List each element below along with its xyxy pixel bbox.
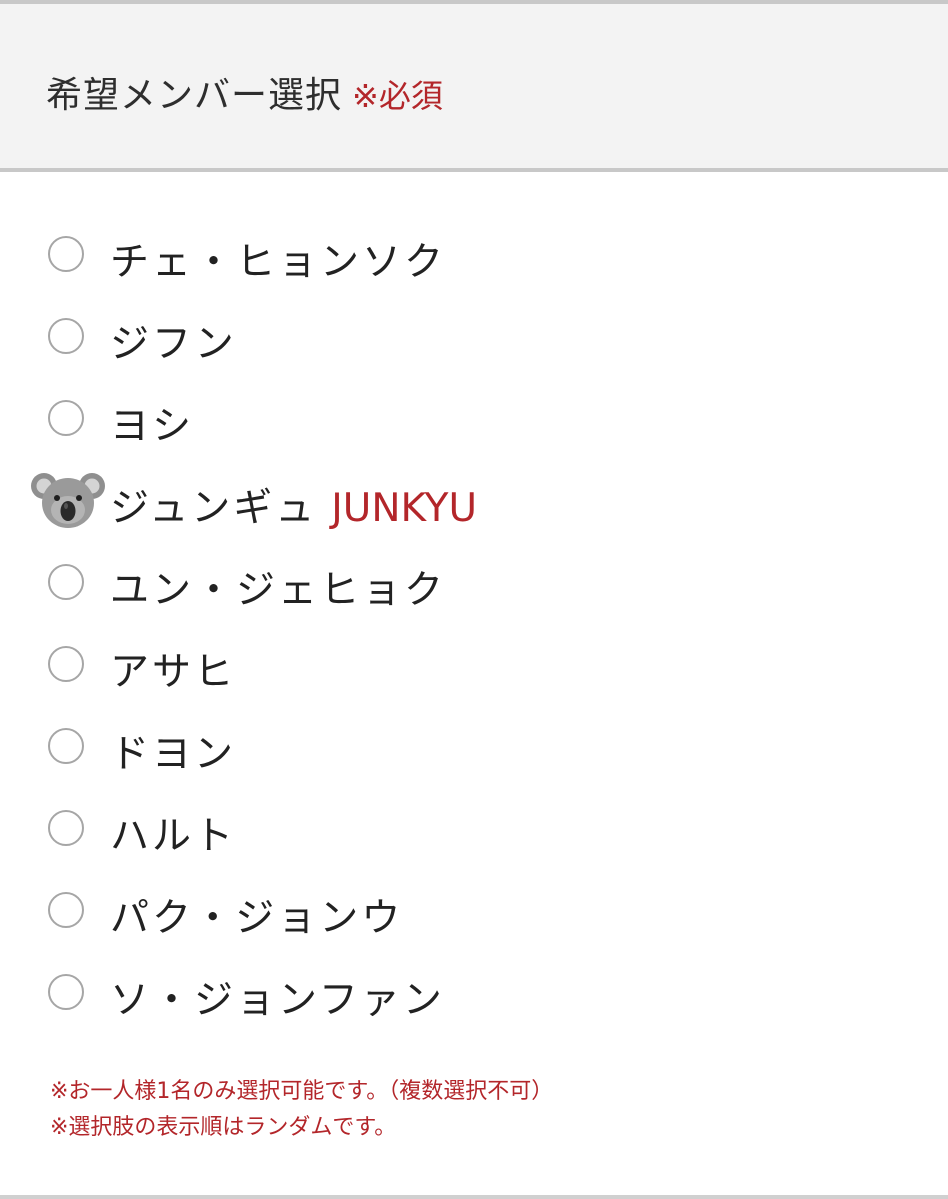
option-label-latin: JUNKYU — [331, 486, 478, 531]
radio-icon[interactable] — [48, 400, 84, 436]
option-label: チェ・ヒョンソク — [110, 240, 447, 285]
option-label-kana: ジュンギュ — [110, 486, 318, 531]
member-radio-group: チェ・ヒョンソク ジフン ヨシ ジュンギュ JUNKYU ユン・ジェヒョク アサ… — [0, 214, 948, 1034]
option-label: アサヒ — [110, 650, 237, 695]
option-haruto[interactable]: ハルト — [0, 788, 948, 870]
radio-icon[interactable] — [48, 974, 84, 1010]
option-yoshi[interactable]: ヨシ — [0, 378, 948, 460]
option-label: ジュンギュ JUNKYU — [110, 477, 477, 533]
option-label: ヨシ — [110, 404, 195, 449]
option-junkyu[interactable]: ジュンギュ JUNKYU — [0, 460, 948, 542]
option-doyoung[interactable]: ドヨン — [0, 706, 948, 788]
option-label: ユン・ジェヒョク — [110, 568, 447, 613]
option-label: ジフン — [110, 322, 237, 367]
option-so-junghwan[interactable]: ソ・ジョンファン — [0, 952, 948, 1034]
required-badge: ※必須 — [352, 77, 443, 115]
radio-icon[interactable] — [48, 236, 84, 272]
radio-icon[interactable] — [48, 318, 84, 354]
option-jihoon[interactable]: ジフン — [0, 296, 948, 378]
notes: ※お一人様1名のみ選択可能です。（複数選択不可） ※選択肢の表示順はランダムです… — [50, 1074, 553, 1146]
option-park-jeongwoo[interactable]: パク・ジョンウ — [0, 870, 948, 952]
option-choi-hyunsuk[interactable]: チェ・ヒョンソク — [0, 214, 948, 296]
koala-icon[interactable] — [30, 460, 106, 536]
option-label: ハルト — [110, 814, 237, 859]
question-header: 希望メンバー選択 ※必須 — [0, 4, 948, 172]
radio-icon[interactable] — [48, 646, 84, 682]
option-label: ソ・ジョンファン — [110, 978, 445, 1023]
option-yoon-jaehyuk[interactable]: ユン・ジェヒョク — [0, 542, 948, 624]
note-single-selection: ※お一人様1名のみ選択可能です。（複数選択不可） — [50, 1079, 554, 1104]
radio-icon[interactable] — [48, 564, 84, 600]
question-title: 希望メンバー選択 ※必須 — [46, 66, 443, 118]
note-random-order: ※選択肢の表示順はランダムです。 — [50, 1115, 397, 1140]
bottom-divider — [0, 1195, 948, 1199]
question-title-text: 希望メンバー選択 — [46, 75, 343, 116]
option-label: ドヨン — [110, 732, 237, 777]
option-label: パク・ジョンウ — [110, 896, 404, 941]
radio-icon[interactable] — [48, 810, 84, 846]
radio-icon[interactable] — [48, 892, 84, 928]
radio-icon[interactable] — [48, 728, 84, 764]
option-asahi[interactable]: アサヒ — [0, 624, 948, 706]
